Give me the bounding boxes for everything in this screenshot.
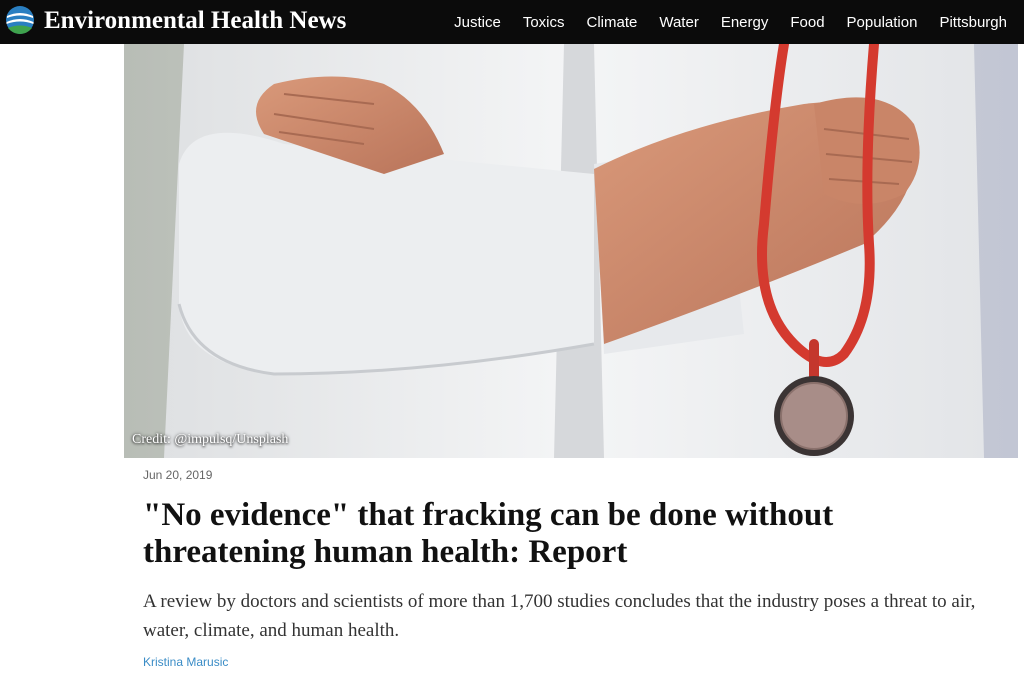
article-date: Jun 20, 2019: [143, 468, 213, 482]
nav-item-water[interactable]: Water: [659, 14, 698, 31]
doctor-with-stethoscope-illustration: [124, 44, 1018, 458]
globe-logo-icon[interactable]: [5, 5, 35, 35]
nav-item-pittsburgh[interactable]: Pittsburgh: [939, 14, 1007, 31]
nav-item-population[interactable]: Population: [847, 14, 918, 31]
nav-item-justice[interactable]: Justice: [454, 14, 501, 31]
hero-image[interactable]: Credit: @impulsq/Unsplash: [124, 44, 1018, 458]
nav-item-energy[interactable]: Energy: [721, 14, 769, 31]
nav-item-food[interactable]: Food: [790, 14, 824, 31]
main-nav: Justice Toxics Climate Water Energy Food…: [454, 0, 1007, 44]
image-credit: Credit: @impulsq/Unsplash: [132, 432, 289, 447]
nav-item-climate[interactable]: Climate: [587, 14, 638, 31]
author-link[interactable]: Kristina Marusic: [143, 655, 228, 669]
article-summary: A review by doctors and scientists of mo…: [143, 591, 976, 641]
site-title[interactable]: Environmental Health News: [44, 5, 346, 37]
top-navbar: Environmental Health News Justice Toxics…: [0, 0, 1024, 44]
nav-item-toxics[interactable]: Toxics: [523, 14, 565, 31]
article-headline[interactable]: "No evidence" that fracking can be done …: [143, 497, 1003, 571]
